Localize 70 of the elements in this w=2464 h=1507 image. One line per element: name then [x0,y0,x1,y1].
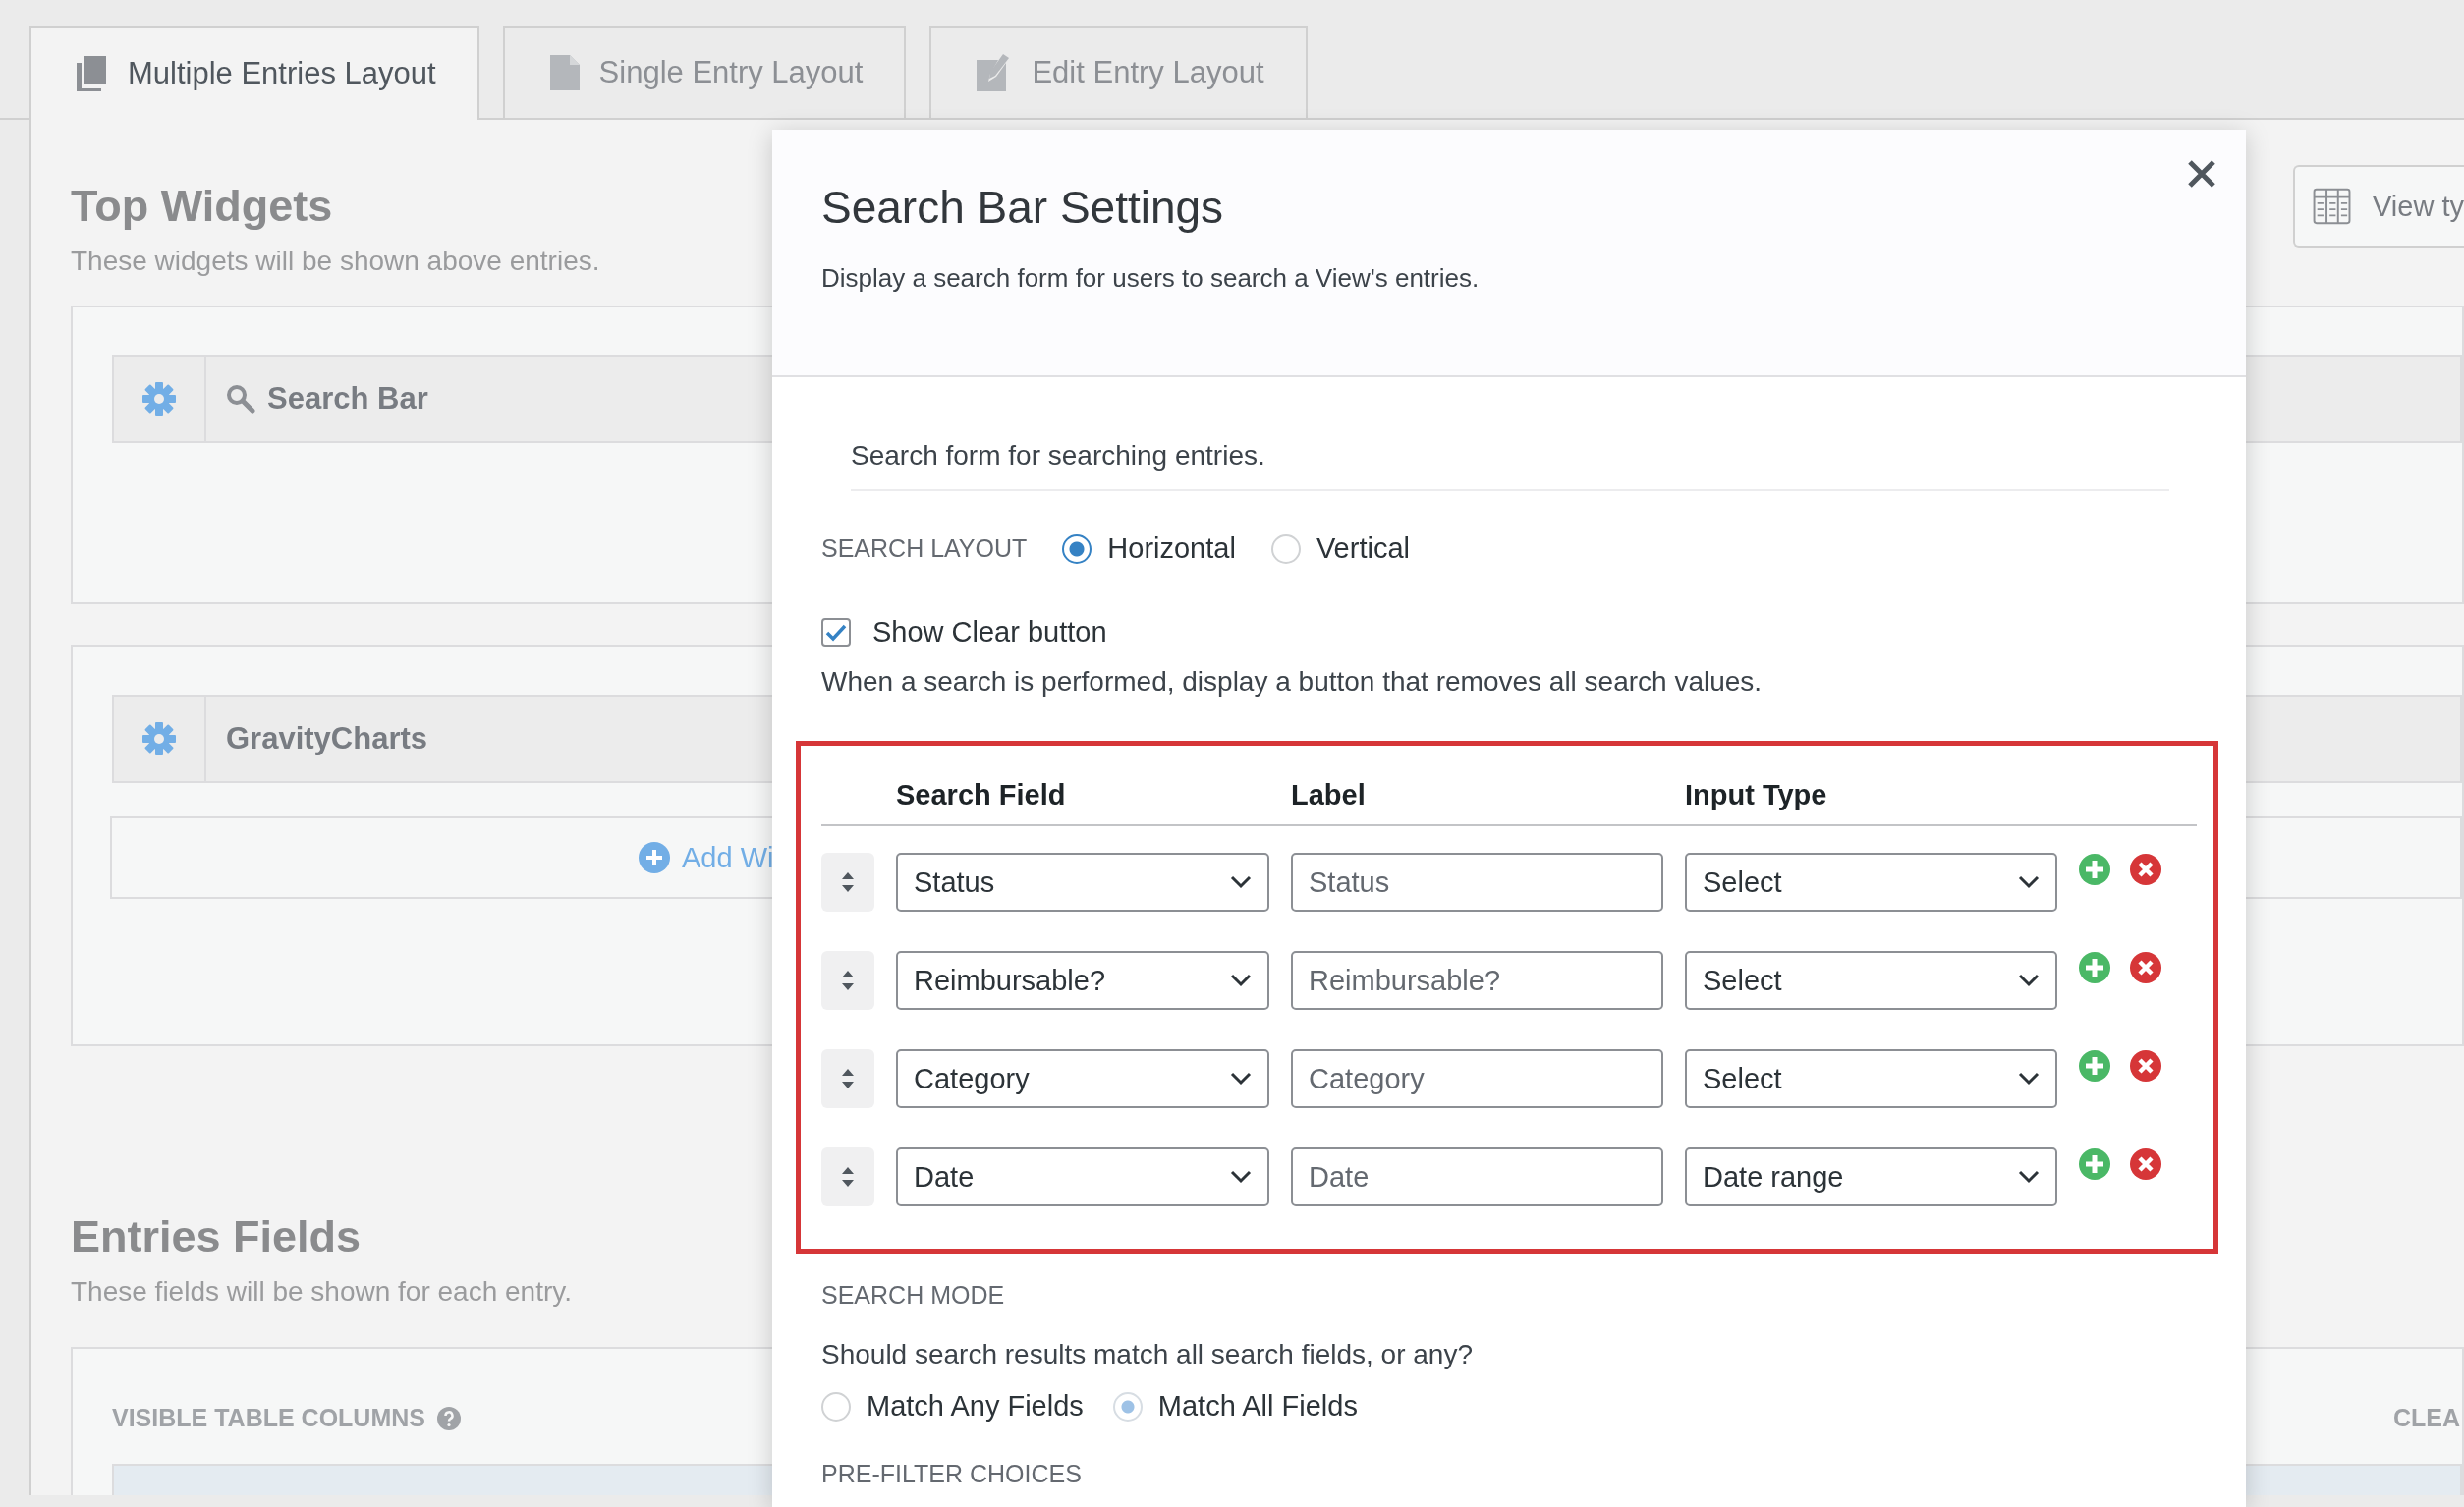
checkbox-label: Show Clear button [872,616,1107,648]
column-header: Search Field [896,778,1066,811]
add-icon[interactable] [2079,1050,2110,1082]
documents-icon [77,56,108,91]
chevron-icon [2018,1170,2040,1184]
setting-question: Should search results match all search fields, or any? [821,1339,1474,1370]
search-icon [226,384,255,414]
search-field-select[interactable]: Category [896,1049,1269,1108]
option-label: Match Any Fields [867,1390,1084,1423]
widget-description: Search form for searching entries. [851,428,2169,491]
section-subtitle: These fields will be shown for each entry. [71,1276,572,1308]
option-label: Match All Fields [1157,1390,1358,1423]
remove-icon[interactable] [2130,952,2161,983]
chevron-icon [2018,1072,2040,1086]
dialog-title: Search Bar Settings [821,181,1225,234]
column-header: Input Type [1685,778,1827,811]
option-label: Horizontal [1107,532,1236,565]
label-field[interactable]: Reimbursable? [1291,951,1663,1010]
dialog-description: Display a search form for users to search a View's entries. [821,263,1481,294]
close-icon[interactable] [2187,159,2216,189]
remove-icon[interactable] [2130,1148,2161,1180]
view-type-button[interactable]: View ty [2293,165,2464,248]
section-subtitle: These widgets will be shown above entries. [71,246,600,277]
plus-icon [639,842,670,873]
setting-label: PRE-FILTER CHOICES [821,1460,1083,1488]
label-field[interactable]: Status [1291,853,1663,912]
drag-handle[interactable] [821,1049,874,1108]
setting-hint: When a search is performed, display a button that removes all search values. [821,666,1764,698]
section-label: VISIBLE TABLE COLUMNS [112,1404,425,1432]
chevron-icon [1230,1170,1252,1184]
input-type-select[interactable]: Select [1685,853,2057,912]
search-field-select[interactable]: Status [896,853,1269,912]
chevron-icon [2018,875,2040,889]
sort-arrows-icon [840,1067,856,1090]
chevron-icon [2018,974,2040,987]
chevron-icon [1230,875,1252,889]
input-type-select[interactable]: Select [1685,951,2057,1010]
drag-handle[interactable] [821,951,874,1010]
input-type-select[interactable]: Select [1685,1049,2057,1108]
input-type-select[interactable]: Date range [1685,1147,2057,1206]
sort-arrows-icon [840,870,856,894]
sort-arrows-icon [840,969,856,992]
layout-tab[interactable]: Multiple Entries Layout [29,26,479,120]
radio-button[interactable] [1062,533,1092,564]
chevron-icon [1230,974,1252,987]
label-field[interactable]: Category [1291,1049,1663,1108]
drag-handle[interactable] [821,1147,874,1206]
section-title: Top Widgets [71,181,333,232]
add-icon[interactable] [2079,1148,2110,1180]
search-field-select[interactable]: Date [896,1147,1269,1206]
add-icon[interactable] [2079,952,2110,983]
help-icon[interactable] [437,1406,461,1430]
label-field[interactable]: Date [1291,1147,1663,1206]
remove-icon[interactable] [2130,854,2161,885]
add-icon[interactable] [2079,854,2110,885]
remove-icon[interactable] [2130,1050,2161,1082]
drag-handle[interactable] [821,853,874,912]
section-title: Entries Fields [71,1211,362,1262]
option-label: Vertical [1316,532,1410,565]
widget-label: GravityCharts [226,721,428,756]
column-header: Label [1291,778,1366,811]
chevron-icon [1230,1072,1252,1086]
checkbox[interactable] [821,617,851,647]
setting-label: SEARCH LAYOUT [821,534,1028,563]
search-field-select[interactable]: Reimbursable? [896,951,1269,1010]
setting-label: SEARCH MODE [821,1281,1006,1310]
document-icon [549,55,580,90]
widget-label: Search Bar [267,381,428,417]
checkmark-icon [825,623,847,642]
sort-arrows-icon [840,1165,856,1189]
